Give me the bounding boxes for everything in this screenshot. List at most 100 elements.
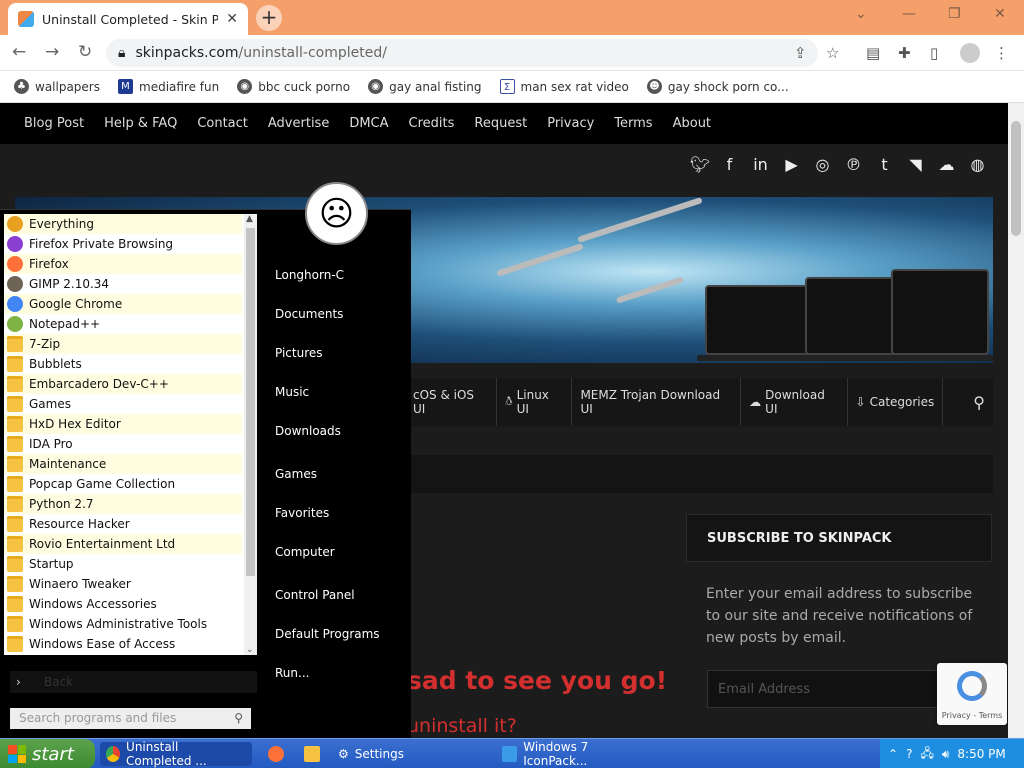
- nav-contact[interactable]: Contact: [197, 116, 248, 131]
- new-tab-button[interactable]: +: [256, 5, 282, 31]
- taskbar-chrome[interactable]: Uninstall Completed ...: [100, 740, 252, 768]
- bookmark-item[interactable]: Mmediafire fun: [118, 79, 219, 94]
- sidepanel-icon[interactable]: ▯: [930, 44, 938, 62]
- nav-help-faq[interactable]: Help & FAQ: [104, 116, 177, 131]
- bookmark-item[interactable]: ♣ wallpapers: [14, 79, 100, 94]
- chevron-up-icon[interactable]: ⌃: [888, 747, 898, 761]
- program-item[interactable]: Windows Accessories: [4, 594, 242, 614]
- page-scrollbar[interactable]: [1008, 103, 1024, 738]
- program-item[interactable]: Winaero Tweaker: [4, 574, 242, 594]
- program-item[interactable]: Popcap Game Collection: [4, 474, 242, 494]
- taskbar-settings[interactable]: ⚙ Settings: [332, 742, 410, 766]
- rss-icon[interactable]: ◥: [907, 155, 924, 174]
- program-item[interactable]: Windows Administrative Tools: [4, 614, 242, 634]
- start-right-item[interactable]: Longhorn-C: [275, 268, 344, 282]
- more-menu-icon[interactable]: ⋮: [994, 44, 1009, 62]
- program-item[interactable]: Windows Ease of Access: [4, 634, 242, 654]
- taskbar-iconpack[interactable]: Windows 7 IconPack...: [496, 740, 656, 768]
- back-button[interactable]: › Back: [10, 671, 257, 693]
- bookmark-star-icon[interactable]: ☆: [826, 44, 839, 62]
- minimize-icon[interactable]: —: [902, 6, 916, 22]
- soundcloud-icon[interactable]: ☁: [938, 155, 955, 174]
- extension-flag-icon[interactable]: ▤: [866, 44, 880, 62]
- bookmark-item[interactable]: ◉ bbc cuck porno: [237, 79, 350, 94]
- scrollbar-thumb[interactable]: [246, 228, 255, 576]
- program-item[interactable]: IDA Pro: [4, 434, 242, 454]
- close-window-icon[interactable]: ✕: [994, 6, 1006, 22]
- start-button[interactable]: start: [0, 739, 95, 768]
- category-dropdown[interactable]: ⇩ Categories: [848, 378, 944, 426]
- program-item[interactable]: Maintenance: [4, 454, 242, 474]
- start-right-item[interactable]: Music: [275, 385, 309, 399]
- program-item[interactable]: Google Chrome: [4, 294, 242, 314]
- scroll-down-icon[interactable]: ⌄: [246, 645, 254, 655]
- program-item[interactable]: Notepad++: [4, 314, 242, 334]
- start-search-input[interactable]: Search programs and files ⚲: [10, 708, 251, 729]
- share-icon[interactable]: ⇪: [794, 44, 807, 62]
- program-item[interactable]: 7-Zip: [4, 334, 242, 354]
- youtube-icon[interactable]: ▶: [783, 155, 800, 174]
- back-arrow-icon[interactable]: ←: [12, 42, 26, 62]
- program-item[interactable]: Startup: [4, 554, 242, 574]
- search-icon[interactable]: ⚲: [943, 378, 993, 426]
- reload-icon[interactable]: ↻: [78, 42, 92, 62]
- close-tab-icon[interactable]: ✕: [226, 11, 238, 27]
- puzzle-extensions-icon[interactable]: ✚: [898, 44, 911, 62]
- pinterest-icon[interactable]: ℗: [845, 155, 862, 174]
- category-macos[interactable]: cOS & iOS UI: [405, 378, 498, 426]
- start-right-item[interactable]: Games: [275, 467, 317, 481]
- start-right-item[interactable]: Computer: [275, 545, 335, 559]
- restore-icon[interactable]: ❐: [948, 6, 961, 22]
- nav-about[interactable]: About: [673, 116, 711, 131]
- program-item[interactable]: Firefox Private Browsing: [4, 234, 242, 254]
- category-memz[interactable]: MEMZ Trojan Download UI: [572, 378, 742, 426]
- recaptcha-badge[interactable]: Privacy - Terms: [937, 663, 1007, 725]
- start-right-item[interactable]: Default Programs: [275, 627, 380, 641]
- twitter-icon[interactable]: 🐦︎: [690, 155, 710, 174]
- program-item[interactable]: Embarcadero Dev-C++: [4, 374, 242, 394]
- forward-arrow-icon[interactable]: →: [45, 42, 59, 62]
- nav-dmca[interactable]: DMCA: [349, 116, 388, 131]
- instagram-icon[interactable]: ◎: [814, 155, 831, 174]
- category-download-ui[interactable]: ☁ Download UI: [741, 378, 848, 426]
- chevron-down-icon[interactable]: ⌄: [855, 6, 867, 22]
- nav-credits[interactable]: Credits: [409, 116, 455, 131]
- help-icon[interactable]: ?: [906, 747, 912, 761]
- bookmark-item[interactable]: ◉ gay anal fisting: [368, 79, 482, 94]
- program-item[interactable]: Rovio Entertainment Ltd: [4, 534, 242, 554]
- nav-terms[interactable]: Terms: [614, 116, 652, 131]
- nav-blog-post[interactable]: Blog Post: [24, 116, 84, 131]
- category-linux[interactable]: 🐧︎ Linux UI: [497, 378, 573, 426]
- start-right-item[interactable]: Run...: [275, 666, 309, 680]
- start-right-item[interactable]: Downloads: [275, 424, 341, 438]
- nav-request[interactable]: Request: [474, 116, 527, 131]
- taskbar-explorer[interactable]: [298, 742, 326, 766]
- clock[interactable]: 8:50 PM: [957, 747, 1005, 761]
- program-item[interactable]: Firefox: [4, 254, 242, 274]
- start-right-item[interactable]: Pictures: [275, 346, 323, 360]
- scroll-up-icon[interactable]: ▲: [246, 214, 253, 224]
- start-right-item[interactable]: Favorites: [275, 506, 329, 520]
- linkedin-icon[interactable]: in: [752, 155, 769, 174]
- volume-icon[interactable]: 🔊︎: [942, 747, 950, 762]
- network-icon[interactable]: 🖧︎: [920, 744, 933, 765]
- nav-advertise[interactable]: Advertise: [268, 116, 329, 131]
- tumblr-icon[interactable]: t: [876, 155, 893, 174]
- program-item[interactable]: Everything: [4, 214, 242, 234]
- taskbar-firefox[interactable]: [262, 742, 290, 766]
- program-list-scrollbar[interactable]: ▲ ⌄: [244, 214, 257, 655]
- start-right-item[interactable]: Control Panel: [275, 588, 355, 602]
- browser-tab[interactable]: Uninstall Completed - Skin Pack ✕: [8, 3, 248, 35]
- program-item[interactable]: HxD Hex Editor: [4, 414, 242, 434]
- program-item[interactable]: Bubblets: [4, 354, 242, 374]
- user-picture[interactable]: ☹: [305, 182, 368, 245]
- program-item[interactable]: Resource Hacker: [4, 514, 242, 534]
- facebook-icon[interactable]: f: [721, 155, 738, 174]
- scrollbar-thumb[interactable]: [1011, 121, 1021, 236]
- program-item[interactable]: Python 2.7: [4, 494, 242, 514]
- program-item[interactable]: Games: [4, 394, 242, 414]
- profile-avatar[interactable]: [960, 43, 980, 63]
- bookmark-item[interactable]: Σman sex rat video: [499, 79, 629, 94]
- address-bar[interactable]: 🔒︎ skinpacks.com/uninstall-completed/: [106, 39, 818, 67]
- program-item[interactable]: GIMP 2.10.34: [4, 274, 242, 294]
